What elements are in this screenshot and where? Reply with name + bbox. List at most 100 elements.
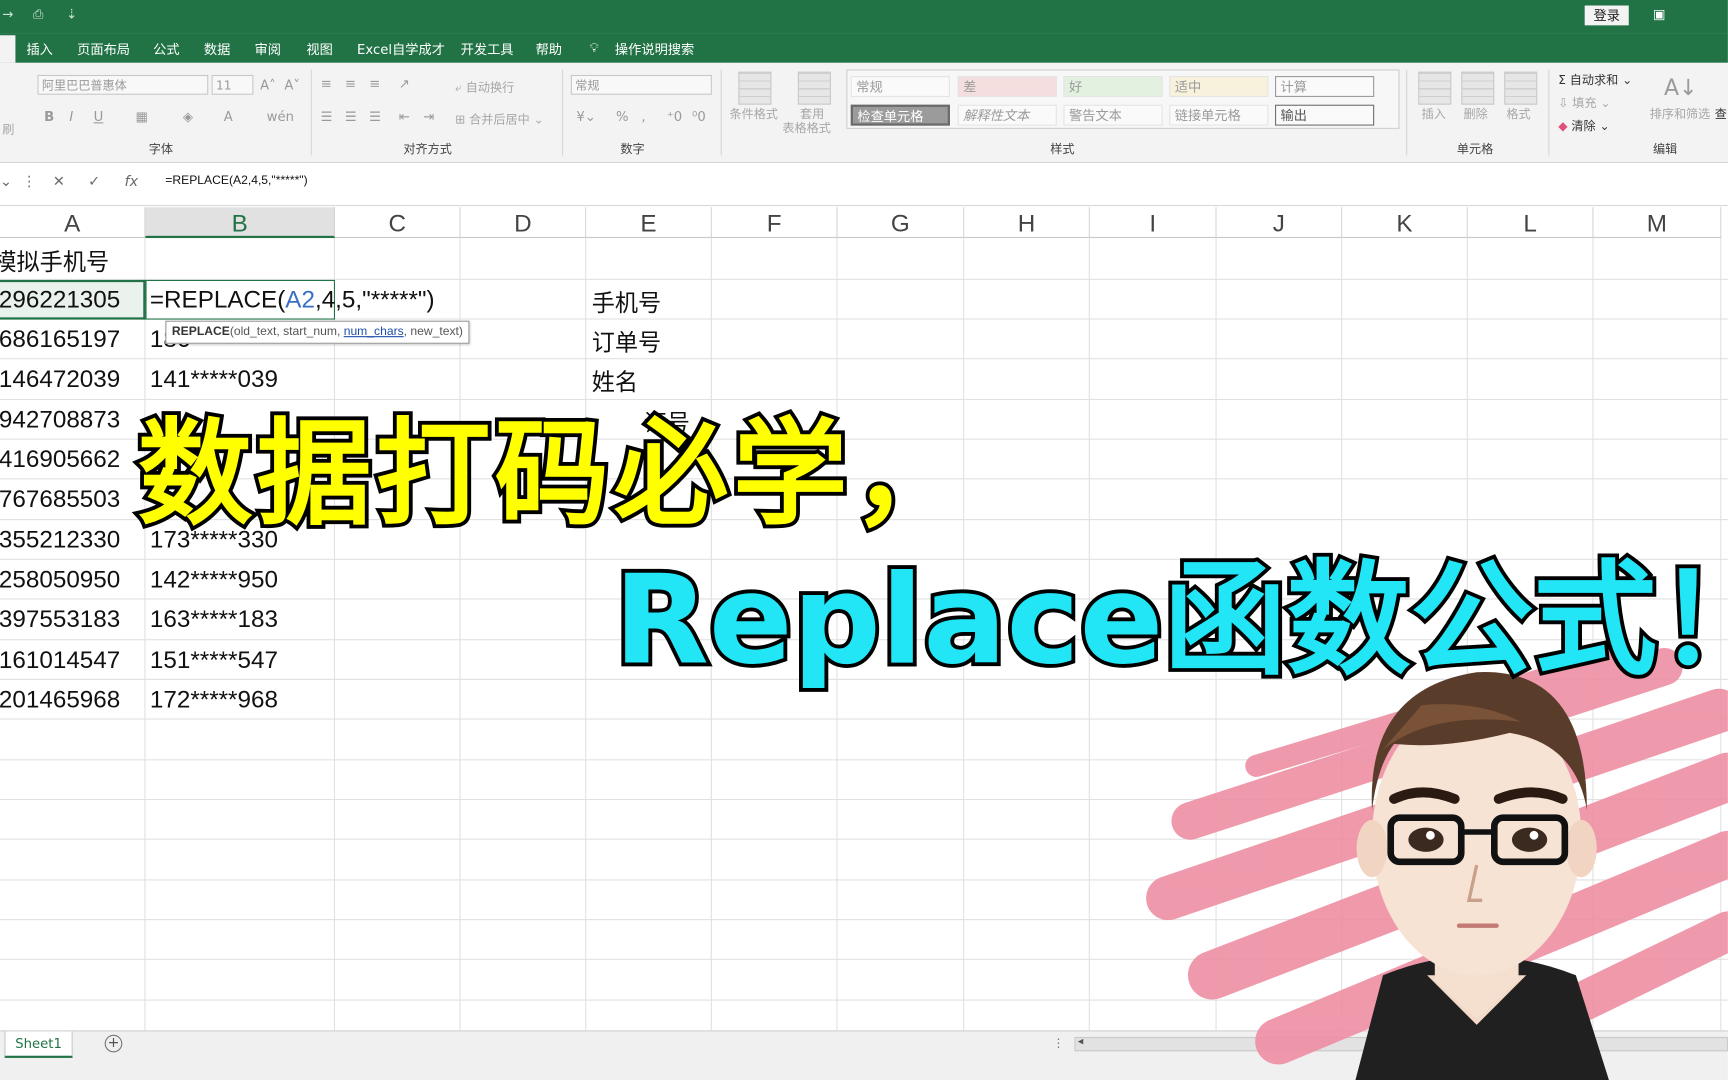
column-header-k[interactable]: K [1342,207,1468,239]
splitter-grip-icon[interactable]: ⋮ [1052,1036,1064,1050]
italic-icon[interactable]: I [69,109,73,124]
currency-icon[interactable]: ¥⌄ [576,109,596,124]
cell-b12[interactable]: 172*****968 [150,685,278,714]
insert-function-icon[interactable]: fx [125,174,139,191]
ribbon-display-options-icon[interactable]: ▣ [1653,7,1666,22]
column-header-d[interactable]: D [460,207,587,239]
tooltip-arg-num-chars[interactable]: num_chars [344,325,404,338]
find-select-label[interactable]: 查 [1715,105,1727,123]
delete-cells-icon[interactable] [1461,71,1495,105]
enter-icon[interactable]: ✓ [88,174,100,191]
column-header-i[interactable]: I [1089,207,1217,239]
style-warning[interactable]: 警告文本 [1063,104,1163,126]
decrease-decimal-icon[interactable]: ⁰0 [692,109,706,124]
conditional-format-label[interactable]: 条件格式 [730,105,778,123]
style-neutral[interactable]: 适中 [1169,76,1269,97]
cell-b2-formula[interactable]: =REPLACE(A2,4,5,"*****") [150,285,435,314]
delete-cells-label[interactable]: 删除 [1463,105,1487,123]
column-header-e[interactable]: E [586,207,712,239]
fill-color-icon[interactable]: ◈ [183,109,193,124]
column-header-h[interactable]: H [964,207,1090,239]
cell-a5[interactable]: 942708873 [0,406,120,435]
table-format-icon[interactable] [797,71,831,105]
align-right-icon[interactable]: ☰ [369,109,381,124]
column-header-g[interactable]: G [837,207,965,239]
name-box-dropdown-icon[interactable]: ⌄ [0,174,12,191]
autosum-button[interactable]: Σ 自动求和 ⌄ [1558,71,1632,89]
print-preview-icon[interactable]: ⎙ [33,7,44,24]
merge-center-button[interactable]: ⊞ 合并后居中 ⌄ [455,110,544,128]
insert-cells-label[interactable]: 插入 [1422,105,1446,123]
cell-a8[interactable]: 355212330 [0,526,120,555]
conditional-format-icon[interactable] [738,71,772,105]
cell-a10[interactable]: 397553183 [0,605,120,634]
tab-home-active[interactable] [0,35,16,63]
cell-a2[interactable]: 296221305 [0,285,120,314]
tab-data[interactable]: 数据 [204,40,230,59]
sort-filter-icon[interactable]: A↓ [1664,74,1698,100]
tab-insert[interactable]: 插入 [26,40,52,59]
cell-a1[interactable]: 模拟手机号 [0,245,109,278]
cell-a11[interactable]: 161014547 [0,646,120,675]
cell-a6[interactable]: 416905662 [0,445,120,474]
sheet-tab-sheet1[interactable]: Sheet1 [4,1031,73,1058]
cell-b11[interactable]: 151*****547 [150,646,278,675]
cell-b10[interactable]: 163*****183 [150,605,278,634]
redo-icon[interactable]: → [2,7,13,22]
shrink-font-icon[interactable]: A˅ [284,77,300,92]
column-header-c[interactable]: C [335,207,461,239]
align-middle-icon[interactable]: ≡ [345,76,356,91]
add-sheet-icon[interactable]: + [104,1034,123,1053]
style-normal[interactable]: 常规 [850,76,950,97]
cell-b9[interactable]: 142*****950 [150,565,278,594]
style-output[interactable]: 输出 [1275,104,1375,126]
insert-cells-icon[interactable] [1418,71,1452,105]
column-header-j[interactable]: J [1216,207,1343,239]
number-format-box[interactable]: 常规 [570,74,712,95]
cell-a7[interactable]: 767685503 [0,485,120,514]
style-good[interactable]: 好 [1063,76,1163,97]
cancel-icon[interactable]: ✕ [53,174,65,191]
tab-developer[interactable]: 开发工具 [461,40,514,59]
grow-font-icon[interactable]: A˄ [260,77,276,92]
cell-a4[interactable]: 146472039 [0,365,120,394]
font-color-icon[interactable]: A [224,109,233,124]
tab-review[interactable]: 审阅 [255,40,281,59]
bold-icon[interactable]: B [44,109,54,124]
cell-a9[interactable]: 258050950 [0,565,120,594]
tab-excel-self-study[interactable]: Excel自学成才 [357,40,445,59]
percent-icon[interactable]: % [616,109,629,124]
tell-me-search[interactable]: 操作说明搜索 [615,40,694,59]
align-top-icon[interactable]: ≡ [321,76,332,91]
comma-icon[interactable]: , [641,109,645,124]
column-header-a[interactable]: A [0,207,146,239]
font-name-box[interactable]: 阿里巴巴普惠体 [37,74,209,95]
cell-a3[interactable]: 686165197 [0,325,120,354]
align-bottom-icon[interactable]: ≡ [369,76,380,91]
align-left-icon[interactable]: ☰ [321,109,333,124]
column-header-m[interactable]: M [1593,207,1722,239]
style-bad[interactable]: 差 [957,76,1057,97]
table-format-label-2[interactable]: 表格格式 [782,119,830,137]
format-cells-label[interactable]: 格式 [1506,105,1530,123]
decrease-indent-icon[interactable]: ⇤ [399,109,410,124]
style-calculation[interactable]: 计算 [1275,76,1375,97]
sort-filter-label[interactable]: 排序和筛选 [1650,105,1711,123]
tab-page-layout[interactable]: 页面布局 [77,40,130,59]
tab-view[interactable]: 视图 [306,40,332,59]
style-explanatory[interactable]: 解释性文本 [957,104,1057,126]
column-header-l[interactable]: L [1467,207,1594,239]
style-linked-cell[interactable]: 链接单元格 [1169,104,1269,126]
phonetic-icon[interactable]: wén [267,109,294,124]
formula-input[interactable]: =REPLACE(A2,4,5,"*****") [165,174,307,187]
login-button[interactable]: 登录 [1584,5,1629,26]
fill-button[interactable]: ⇩ 填充 ⌄ [1558,94,1610,112]
tab-formulas[interactable]: 公式 [153,40,179,59]
border-icon[interactable]: ▦ [136,109,149,124]
column-header-b[interactable]: B [145,207,336,239]
column-header-f[interactable]: F [711,207,838,239]
style-check-cell[interactable]: 检查单元格 [850,104,950,126]
font-size-box[interactable]: 11 [211,74,254,95]
tab-help[interactable]: 帮助 [536,40,562,59]
format-cells-icon[interactable] [1504,71,1538,105]
